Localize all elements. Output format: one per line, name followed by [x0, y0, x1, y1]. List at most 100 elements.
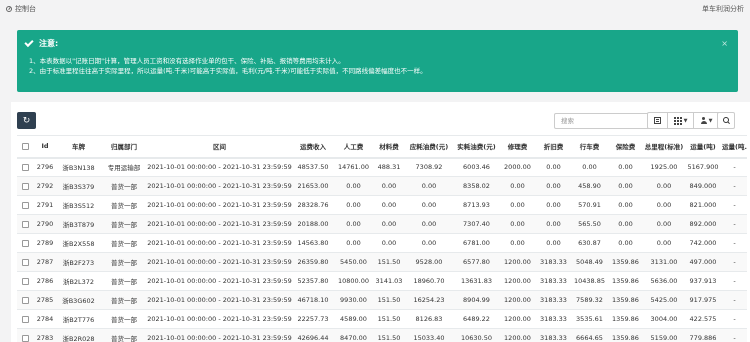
columns-button[interactable]: ▼ — [668, 112, 694, 129]
table-cell: 2021-10-01 00:00:00 - 2021-10-31 23:59:5… — [147, 233, 292, 253]
row-select-cell[interactable] — [17, 233, 34, 253]
table-cell: 普货一部 — [101, 271, 147, 291]
table-row[interactable]: 2785 浙B3G602 普货一部 2021-10-01 00:00:00 - 202… — [17, 290, 747, 310]
table-cell: 8713.93 — [453, 195, 500, 215]
table-cell: 0.00 — [500, 233, 535, 253]
row-select-cell[interactable] — [17, 176, 34, 196]
table-cell: 16254.23 — [405, 290, 453, 310]
table-cell: 2786 — [34, 271, 56, 291]
table-cell: 浙B2R028 — [56, 328, 101, 342]
table-row[interactable]: 2792 浙B3S379 普货一部 2021-10-01 00:00:00 - 202… — [17, 176, 747, 196]
column-header[interactable]: 修理费 — [500, 135, 535, 159]
row-checkbox[interactable] — [22, 182, 29, 190]
table-cell: 20188.00 — [292, 214, 334, 234]
table-cell: 151.50 — [373, 328, 405, 342]
table-cell: - — [722, 252, 747, 272]
table-cell: 2000.00 — [500, 157, 535, 177]
table-cell: 2021-10-01 00:00:00 - 2021-10-31 23:59:5… — [147, 271, 292, 291]
table-cell: 2787 — [34, 252, 56, 272]
table-cell: 0.00 — [607, 195, 644, 215]
table-row[interactable]: 2796 浙B3N138 专用运输部 2021-10-01 00:00:00 - 20… — [17, 157, 747, 177]
row-select-cell[interactable] — [17, 157, 34, 177]
table-row[interactable]: 2791 浙B3S512 普货一部 2021-10-01 00:00:00 - 202… — [17, 195, 747, 215]
row-checkbox[interactable] — [22, 277, 29, 285]
column-header[interactable]: 归属部门 — [101, 135, 147, 159]
table-cell: 8904.99 — [453, 290, 500, 310]
row-checkbox[interactable] — [22, 334, 29, 342]
column-header[interactable]: 运量(吨.千米) — [722, 135, 747, 159]
table-row[interactable]: 2784 浙B2T776 普货一部 2021-10-01 00:00:00 - 202… — [17, 309, 747, 329]
row-select-cell[interactable] — [17, 195, 34, 215]
table-cell: 9528.00 — [405, 252, 453, 272]
column-header[interactable]: 行车费 — [572, 135, 607, 159]
row-select-cell[interactable] — [17, 309, 34, 329]
column-header[interactable]: 运费收入 — [292, 135, 334, 159]
row-checkbox[interactable] — [22, 258, 29, 266]
row-checkbox[interactable] — [22, 201, 29, 209]
column-header[interactable]: 区间 — [147, 135, 292, 159]
column-header[interactable]: 实耗油费(元) — [453, 135, 500, 159]
search-input[interactable] — [554, 113, 652, 129]
row-checkbox[interactable] — [22, 239, 29, 247]
table-cell: 0.00 — [607, 176, 644, 196]
table-row[interactable]: 2790 浙B3T879 普货一部 2021-10-01 00:00:00 - 202… — [17, 214, 747, 234]
table-cell: 0.00 — [405, 214, 453, 234]
table-cell: 3183.33 — [535, 309, 572, 329]
table-row[interactable]: 2783 浙B2R028 普货一部 2021-10-01 00:00:00 - 202… — [17, 328, 747, 342]
table-cell: - — [722, 328, 747, 342]
column-header[interactable]: 折旧费 — [535, 135, 572, 159]
close-icon[interactable]: × — [721, 39, 728, 48]
table-cell: 浙B2X558 — [56, 233, 101, 253]
row-checkbox[interactable] — [22, 220, 29, 228]
row-select-cell[interactable] — [17, 290, 34, 310]
table-cell: 1200.00 — [500, 252, 535, 272]
table-cell: 0.00 — [644, 233, 684, 253]
row-select-cell[interactable] — [17, 252, 34, 272]
table-cell: 8126.83 — [405, 309, 453, 329]
select-all-checkbox[interactable] — [22, 142, 29, 150]
table-cell: 浙B3T879 — [56, 214, 101, 234]
table-cell: 18960.70 — [405, 271, 453, 291]
select-all-cell[interactable] — [17, 135, 34, 159]
row-checkbox[interactable] — [22, 163, 29, 171]
table-row[interactable]: 2789 浙B2X558 普货一部 2021-10-01 00:00:00 - 202… — [17, 233, 747, 253]
table-cell: 0.00 — [607, 233, 644, 253]
table-cell: 0.00 — [535, 233, 572, 253]
breadcrumb[interactable]: 控制台 — [6, 4, 36, 14]
column-header[interactable]: 车牌 — [56, 135, 101, 159]
table-cell: 0.00 — [607, 157, 644, 177]
column-header[interactable]: 人工费 — [334, 135, 373, 159]
table-cell: 21653.00 — [292, 176, 334, 196]
table-cell: 42696.44 — [292, 328, 334, 342]
row-select-cell[interactable] — [17, 271, 34, 291]
table-cell: 9930.00 — [334, 290, 373, 310]
column-header[interactable]: 材料费 — [373, 135, 405, 159]
toggle-view-button[interactable] — [647, 112, 668, 129]
table-cell: 937.913 — [684, 271, 722, 291]
table-panel: ↻ ▼ ▼ Id 车牌 归属部门 — [11, 102, 750, 342]
column-header[interactable]: 运量(吨) — [684, 135, 722, 159]
column-header[interactable]: Id — [34, 135, 56, 159]
row-select-cell[interactable] — [17, 214, 34, 234]
table-cell: - — [722, 290, 747, 310]
table-row[interactable]: 2786 浙B2L372 普货一部 2021-10-01 00:00:00 - 202… — [17, 271, 747, 291]
table-cell: 3004.00 — [644, 309, 684, 329]
table-cell: 2021-10-01 00:00:00 - 2021-10-31 23:59:5… — [147, 214, 292, 234]
column-header[interactable]: 应耗油费(元) — [405, 135, 453, 159]
column-header[interactable]: 保险费 — [607, 135, 644, 159]
table-cell: 浙B2L372 — [56, 271, 101, 291]
table-row[interactable]: 2787 浙B2F273 普货一部 2021-10-01 00:00:00 - 202… — [17, 252, 747, 272]
table-cell: 1359.86 — [607, 271, 644, 291]
table-cell: 7307.40 — [453, 214, 500, 234]
table-cell: 6577.80 — [453, 252, 500, 272]
table-header-row: Id 车牌 归属部门 区间 运费收入 人工费 材料费 应耗油费(元) 实耗油费(… — [17, 135, 747, 159]
table-cell: 3183.33 — [535, 328, 572, 342]
table-cell: 151.50 — [373, 290, 405, 310]
row-checkbox[interactable] — [22, 315, 29, 323]
refresh-button[interactable]: ↻ — [17, 112, 36, 129]
row-select-cell[interactable] — [17, 328, 34, 342]
search-button[interactable] — [717, 112, 735, 129]
table-cell: 497.000 — [684, 252, 722, 272]
row-checkbox[interactable] — [22, 296, 29, 304]
column-header[interactable]: 总里程(标准) — [644, 135, 684, 159]
